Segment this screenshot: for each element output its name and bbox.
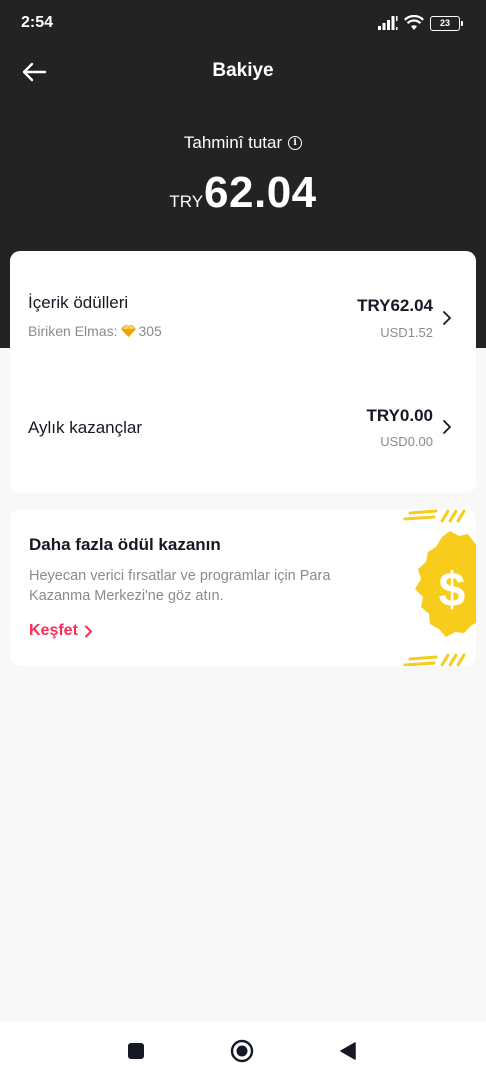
diamonds-label: Biriken Elmas:: [28, 323, 118, 339]
content-rewards-usd: USD1.52: [380, 325, 433, 340]
recent-apps-button[interactable]: [127, 1042, 145, 1060]
content-rewards-row[interactable]: İçerik ödülleri Biriken Elmas: 305 TRY62…: [10, 291, 476, 351]
balance-card: İçerik ödülleri Biriken Elmas: 305 TRY62…: [10, 251, 476, 493]
back-nav-button[interactable]: [338, 1041, 358, 1061]
battery-icon: 23: [430, 15, 463, 31]
accumulated-diamonds: Biriken Elmas: 305: [28, 323, 162, 339]
explore-link-label: Keşfet: [29, 622, 78, 639]
diamond-icon: [121, 325, 137, 337]
info-circle-icon[interactable]: i: [288, 136, 303, 150]
estimate-currency: TRY: [169, 192, 204, 211]
promo-description: Heyecan verici fırsatlar ve programlar i…: [29, 568, 331, 604]
estimate-value: 62.04: [204, 168, 317, 217]
content-rewards-amount: TRY62.04: [357, 296, 433, 315]
wifi-icon: [404, 15, 424, 30]
home-button[interactable]: [230, 1039, 254, 1063]
page-title: Bakiye: [212, 60, 274, 81]
diamonds-count: 305: [138, 323, 162, 339]
battery-level: 23: [439, 18, 450, 28]
status-time: 2:54: [21, 14, 54, 31]
monthly-earnings-usd: USD0.00: [380, 434, 433, 449]
signal-icon: [378, 16, 398, 30]
estimate-amount: TRY 62.04: [0, 168, 486, 218]
system-nav-bar: [0, 1022, 486, 1080]
chevron-right-icon: [443, 311, 451, 325]
content-rewards-title: İçerik ödülleri: [28, 293, 129, 312]
monthly-earnings-amount: TRY0.00: [366, 406, 433, 425]
promo-title: Daha fazla ödül kazanın: [29, 535, 221, 554]
chevron-right-icon: [443, 420, 451, 434]
promo-card: Daha fazla ödül kazanın Heyecan verici f…: [10, 509, 476, 666]
monthly-earnings-title: Aylık kazançlar: [28, 418, 143, 437]
status-bar: 2:54 23: [0, 0, 486, 48]
estimate-label: Tahminî tutar i: [0, 133, 486, 153]
explore-link[interactable]: Keşfet: [29, 622, 93, 640]
estimate-label-text: Tahminî tutar: [183, 133, 283, 152]
chevron-right-icon: [84, 625, 92, 637]
svg-text:$: $: [439, 564, 466, 617]
dollar-coin-icon: $: [403, 509, 476, 666]
status-icons: 23: [378, 12, 463, 34]
monthly-earnings-row[interactable]: Aylık kazançlar TRY0.00 USD0.00: [10, 403, 476, 463]
